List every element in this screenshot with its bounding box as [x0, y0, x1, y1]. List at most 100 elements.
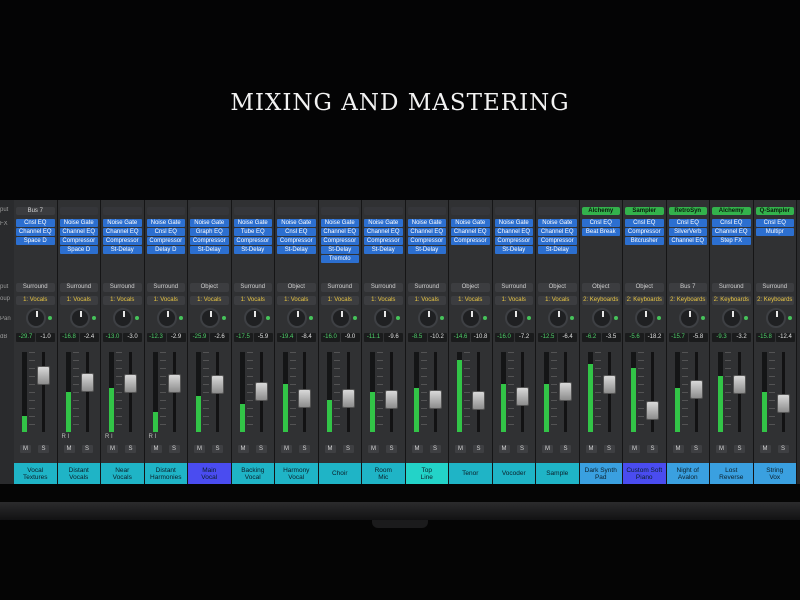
solo-button[interactable]: S	[777, 445, 789, 453]
track-name[interactable]: Room Mic	[362, 463, 405, 484]
read-label[interactable]: R	[105, 434, 109, 440]
group-slot[interactable]: 1: Vocals	[320, 296, 359, 305]
plugin-slot[interactable]: Channel EQ	[712, 228, 751, 236]
output-slot[interactable]: Object	[190, 283, 229, 292]
volume-fader[interactable]	[385, 390, 398, 409]
plugin-slot[interactable]: Noise Gate	[103, 219, 142, 227]
group-slot[interactable]: 2: Keyboards	[755, 296, 794, 305]
pan-knob[interactable]	[200, 308, 220, 328]
mute-button[interactable]: M	[585, 445, 597, 453]
plugin-slot[interactable]: Noise Gate	[451, 219, 490, 227]
volume-readout[interactable]: -13.0	[103, 333, 122, 342]
peak-readout[interactable]: -3.5	[601, 333, 621, 342]
track-name[interactable]: Vocal Textures	[14, 463, 57, 484]
track-name[interactable]: String Vox	[753, 463, 796, 484]
mute-button[interactable]: M	[150, 445, 162, 453]
input-slot[interactable]	[364, 207, 403, 215]
volume-readout[interactable]: -15.8	[755, 333, 775, 342]
output-slot[interactable]: Surround	[407, 283, 446, 292]
solo-button[interactable]: S	[81, 445, 93, 453]
volume-readout[interactable]: -16.8	[59, 333, 79, 342]
group-slot[interactable]: 1: Vocals	[364, 296, 403, 305]
mute-button[interactable]: M	[324, 445, 336, 453]
plugin-slot[interactable]: Compressor	[494, 237, 533, 245]
output-slot[interactable]: Surround	[320, 283, 359, 292]
input-slot[interactable]	[146, 207, 185, 215]
volume-readout[interactable]: -8.5	[407, 333, 427, 342]
volume-fader[interactable]	[428, 390, 442, 409]
output-slot[interactable]: Surround	[233, 283, 272, 292]
pan-knob[interactable]	[26, 308, 46, 328]
peak-readout[interactable]: -2.4	[79, 333, 99, 342]
pan-knob[interactable]	[548, 308, 568, 328]
plugin-slot[interactable]: Multipr	[755, 228, 794, 236]
input-slot[interactable]	[451, 207, 490, 215]
input-slot[interactable]: Bus 7	[16, 207, 55, 215]
track-name[interactable]: Distant Harmonies	[144, 463, 187, 484]
group-slot[interactable]: 1: Vocals	[103, 296, 142, 305]
volume-fader[interactable]	[211, 374, 224, 394]
plugin-slot[interactable]: Channel EQ	[103, 228, 142, 236]
volume-readout[interactable]: -19.4	[277, 333, 296, 342]
pan-knob[interactable]	[678, 308, 699, 328]
plugin-slot[interactable]: Noise Gate	[59, 219, 98, 227]
plugin-slot[interactable]: Space D	[59, 246, 98, 254]
plugin-slot[interactable]: St-Delay	[233, 246, 272, 254]
pan-knob[interactable]	[374, 308, 394, 328]
mute-button[interactable]: M	[455, 445, 466, 453]
group-slot[interactable]: 1: Vocals	[59, 296, 98, 305]
output-slot[interactable]: Surround	[146, 283, 185, 292]
volume-fader[interactable]	[559, 381, 572, 401]
track-name[interactable]: Dark Synth Pad	[579, 463, 622, 484]
plugin-slot[interactable]: St-Delay	[277, 246, 316, 254]
plugin-slot[interactable]: Compressor	[103, 237, 142, 245]
volume-readout[interactable]: -12.3	[146, 333, 166, 342]
volume-readout[interactable]: -16.0	[320, 333, 340, 342]
mute-button[interactable]: M	[498, 445, 510, 453]
pan-knob[interactable]	[461, 308, 481, 328]
input-slot[interactable]	[277, 207, 316, 215]
peak-readout[interactable]: -6.4	[558, 333, 577, 342]
peak-readout[interactable]: -10.8	[471, 333, 490, 342]
output-slot[interactable]: Object	[538, 283, 577, 292]
plugin-slot[interactable]: Compressor	[190, 237, 229, 245]
plugin-slot[interactable]: Cnsl EQ	[146, 228, 185, 236]
output-slot[interactable]: Surround	[712, 283, 751, 292]
plugin-slot[interactable]: Channel EQ	[364, 228, 403, 236]
plugin-slot[interactable]: Noise Gate	[277, 219, 316, 227]
plugin-slot[interactable]: Beat Break	[581, 228, 620, 236]
track-name[interactable]: Lost Reverse	[710, 463, 753, 484]
plugin-slot[interactable]: St-Delay	[103, 246, 142, 254]
volume-fader[interactable]	[515, 386, 529, 406]
output-slot[interactable]: Bus 7	[668, 283, 707, 292]
track-name[interactable]: Top Line	[405, 463, 448, 484]
peak-readout[interactable]: -2.6	[210, 333, 229, 342]
group-slot[interactable]: 1: Vocals	[451, 296, 490, 305]
plugin-slot[interactable]: Step FX	[712, 237, 751, 245]
mute-button[interactable]: M	[194, 445, 205, 453]
mute-button[interactable]: M	[63, 445, 75, 453]
pan-knob[interactable]	[243, 308, 264, 328]
plugin-slot[interactable]: St-Delay	[494, 246, 533, 254]
output-slot[interactable]: Surround	[494, 283, 533, 292]
volume-fader[interactable]	[646, 400, 659, 420]
group-slot[interactable]: 2: Keyboards	[712, 296, 751, 305]
plugin-slot[interactable]: Compressor	[320, 237, 359, 245]
solo-button[interactable]: S	[38, 445, 49, 453]
group-slot[interactable]: 1: Vocals	[16, 296, 55, 305]
input-slot[interactable]: Q-Sampler	[755, 207, 794, 215]
volume-fader[interactable]	[689, 379, 703, 399]
volume-fader[interactable]	[341, 388, 355, 408]
volume-fader[interactable]	[776, 393, 790, 413]
plugin-slot[interactable]: Noise Gate	[233, 219, 272, 227]
plugin-slot[interactable]: Compressor	[407, 237, 446, 245]
solo-button[interactable]: S	[168, 445, 180, 453]
solo-button[interactable]: S	[299, 445, 310, 453]
peak-readout[interactable]: -8.4	[297, 333, 316, 342]
plugin-slot[interactable]: Channel EQ	[16, 228, 55, 236]
plugin-slot[interactable]: Channel EQ	[320, 228, 359, 236]
solo-button[interactable]: S	[125, 445, 136, 453]
plugin-slot[interactable]: Channel EQ	[538, 228, 577, 236]
output-slot[interactable]: Surround	[59, 283, 98, 292]
volume-fader[interactable]	[37, 365, 50, 385]
